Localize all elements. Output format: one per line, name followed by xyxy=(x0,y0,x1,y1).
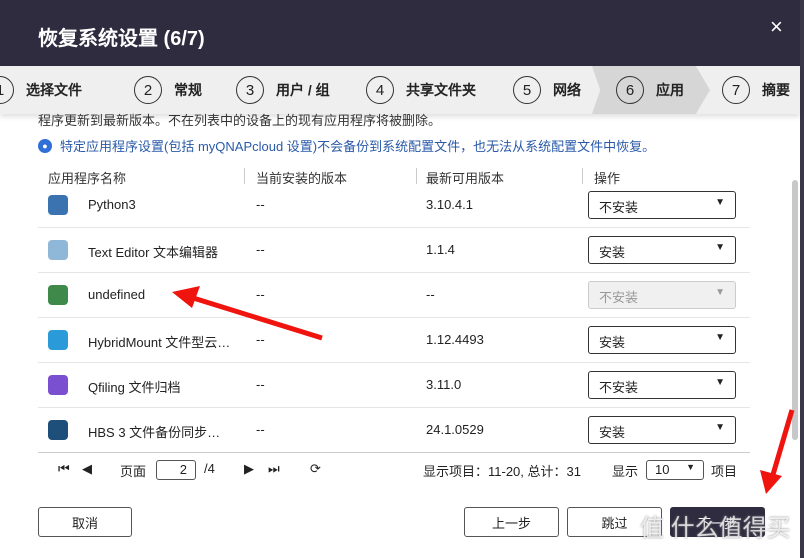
restore-dialog: 恢复系统设置 (6/7) × 1选择文件 2常规 3用户 / 组 4共享文件夹 … xyxy=(0,0,800,558)
annotation-arrows xyxy=(172,286,795,494)
